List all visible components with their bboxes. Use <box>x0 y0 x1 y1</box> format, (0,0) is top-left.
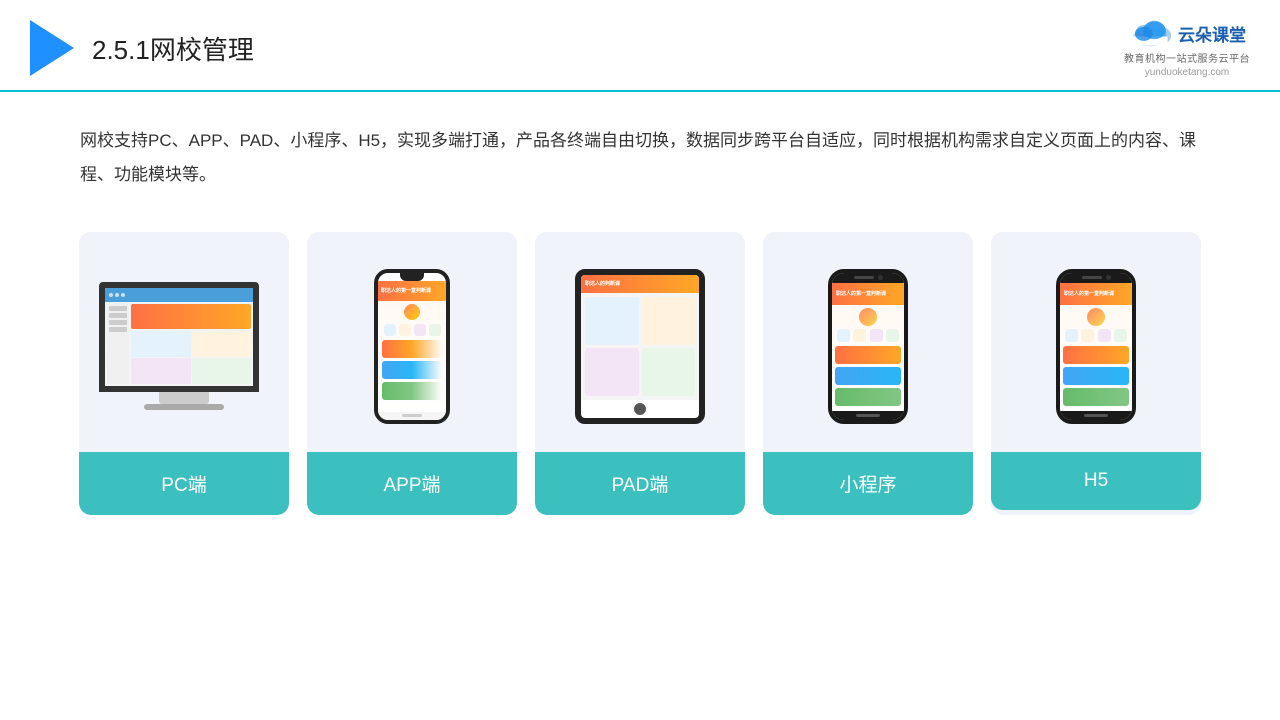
phone-avatar <box>404 304 420 320</box>
phone-screen: 职达人的第一堂判断课 <box>378 281 446 412</box>
card-h5-label: H5 <box>991 452 1201 510</box>
card-pad: 职达人的判断课 PAD端 <box>535 232 745 515</box>
card-app-label: APP端 <box>307 452 517 515</box>
brand-tagline: 教育机构一站式服务云平台 <box>1124 50 1250 65</box>
brand-logo: 云朵课堂 教育机构一站式服务云平台 yunduoketang.com <box>1124 18 1250 78</box>
home-indicator <box>856 414 880 417</box>
pad-tablet-mockup: 职达人的判断课 <box>575 269 705 424</box>
miniapp-phone-mockup: 职达人的第一堂判断课 <box>828 269 908 424</box>
tablet-home-button <box>634 403 646 415</box>
play-icon <box>30 20 74 76</box>
card-pc-image <box>79 232 289 452</box>
card-app: 职达人的第一堂判断课 <box>307 232 517 515</box>
app-phone-mockup: 职达人的第一堂判断课 <box>374 269 450 424</box>
description-paragraph: 网校支持PC、APP、PAD、小程序、H5，实现多端打通，产品各终端自由切换，数… <box>80 124 1200 192</box>
card-pad-image: 职达人的判断课 <box>535 232 745 452</box>
cloud-icon <box>1128 18 1172 48</box>
pc-monitor-mockup <box>99 282 269 410</box>
h5-phone-speaker <box>1082 276 1102 279</box>
header-left: 2.5.1网校管理 <box>30 20 254 76</box>
title-main: 网校管理 <box>150 35 254 65</box>
brand-name: 云朵课堂 <box>1178 21 1246 46</box>
mini-phone-top <box>832 273 904 283</box>
mini-avatar <box>859 308 877 326</box>
h5-home-indicator <box>1084 414 1108 417</box>
page-title: 2.5.1网校管理 <box>92 30 254 67</box>
h5-phone-bottom <box>1060 411 1132 420</box>
phone-camera <box>878 275 883 280</box>
card-miniapp: 职达人的第一堂判断课 <box>763 232 973 515</box>
h5-phone-camera <box>1106 275 1111 280</box>
title-prefix: 2.5.1 <box>92 35 150 65</box>
card-pc: PC端 <box>79 232 289 515</box>
monitor-screen <box>99 282 259 392</box>
description-text: 网校支持PC、APP、PAD、小程序、H5，实现多端打通，产品各终端自由切换，数… <box>0 92 1280 212</box>
h5-phone-mockup: 职达人的第一堂判断课 <box>1056 269 1136 424</box>
cloud-logo-group: 云朵课堂 <box>1128 18 1246 48</box>
phone-speaker <box>854 276 874 279</box>
cards-container: PC端 职达人的第一堂判断课 <box>0 222 1280 515</box>
card-h5: 职达人的第一堂判断课 <box>991 232 1201 515</box>
card-miniapp-image: 职达人的第一堂判断课 <box>763 232 973 452</box>
h5-phone-top <box>1060 273 1132 283</box>
card-miniapp-label: 小程序 <box>763 452 973 515</box>
card-h5-image: 职达人的第一堂判断课 <box>991 232 1201 452</box>
phone-notch <box>400 273 424 281</box>
tablet-screen: 职达人的判断课 <box>581 275 699 400</box>
mini-screen: 职达人的第一堂判断课 <box>832 283 904 411</box>
h5-avatar <box>1087 308 1105 326</box>
phone-bottom <box>378 412 446 420</box>
card-app-image: 职达人的第一堂判断课 <box>307 232 517 452</box>
page-header: 2.5.1网校管理 云朵课堂 教育机构一站式服务云平台 yunduoketang… <box>0 0 1280 92</box>
h5-screen: 职达人的第一堂判断课 <box>1060 283 1132 411</box>
card-pc-label: PC端 <box>79 452 289 515</box>
brand-url: yunduoketang.com <box>1145 67 1230 78</box>
card-pad-label: PAD端 <box>535 452 745 515</box>
mini-phone-bottom <box>832 411 904 420</box>
